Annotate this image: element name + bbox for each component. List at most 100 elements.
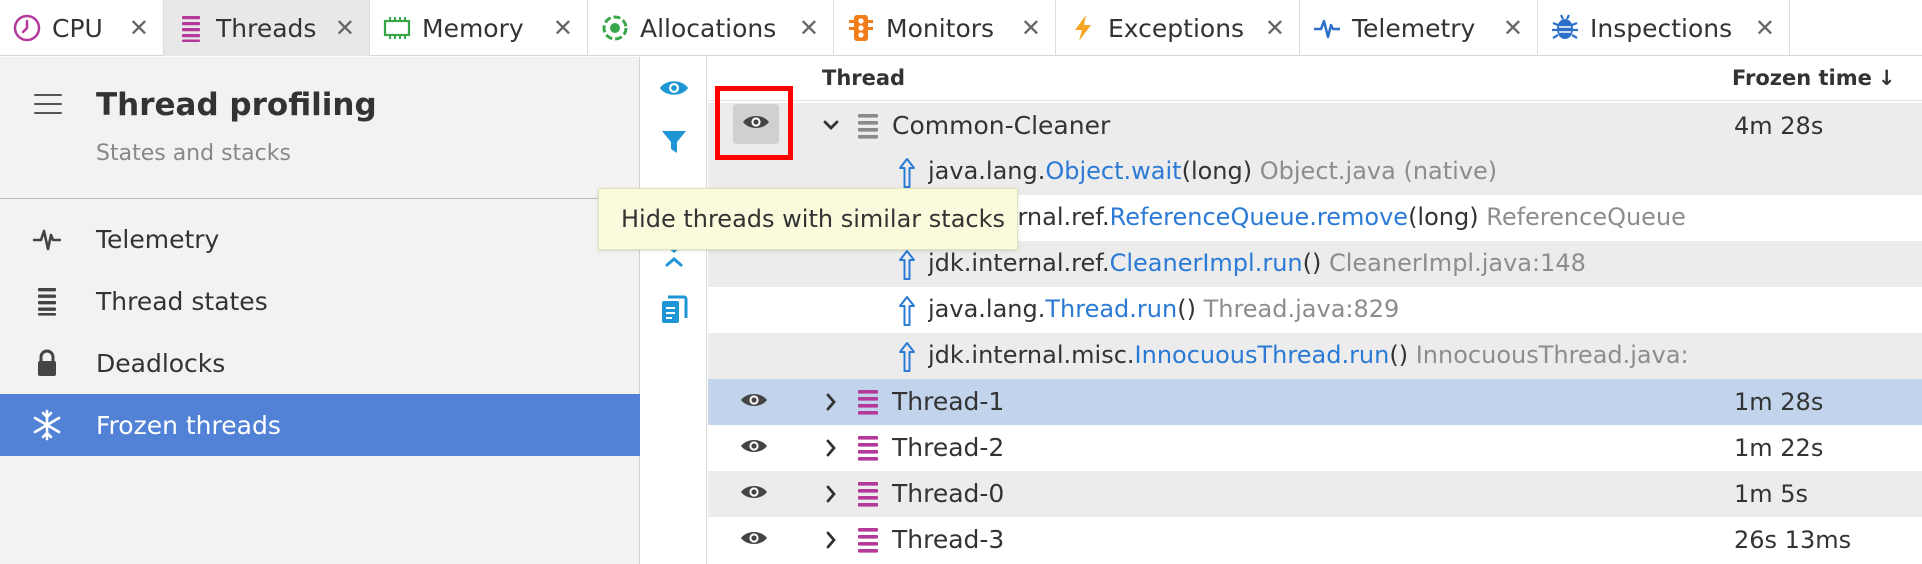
frozen-time: 26s 13ms: [1734, 526, 1852, 554]
chevron-right-icon[interactable]: [822, 433, 840, 469]
frame-method: Thread.run: [1045, 295, 1178, 323]
sidebar-item-frozen-threads[interactable]: Frozen threads: [0, 394, 640, 456]
eye-icon: [739, 482, 769, 506]
highlight-box: [715, 86, 793, 160]
hide-similar-button[interactable]: [730, 480, 778, 508]
thread-name: Thread-1: [892, 387, 1005, 416]
tab-label: Telemetry: [1352, 13, 1476, 43]
close-icon[interactable]: ✕: [1021, 13, 1041, 43]
frame-source: CleanerImpl.java:148: [1321, 249, 1586, 277]
tab-label: Monitors: [886, 13, 995, 43]
hamburger-menu-icon[interactable]: [34, 94, 62, 121]
tab-inspections[interactable]: Inspections ✕: [1538, 0, 1790, 56]
stack-frame-text: java.lang.Thread.run() Thread.java:829: [928, 295, 1688, 323]
tab-memory[interactable]: Memory ✕: [370, 0, 588, 56]
close-icon[interactable]: ✕: [553, 13, 573, 43]
filter-button[interactable]: [655, 125, 693, 163]
close-icon[interactable]: ✕: [1755, 13, 1775, 43]
stack-frame-row[interactable]: jdk.internal.misc.InnocuousThread.run() …: [708, 333, 1922, 379]
chevron-right-icon[interactable]: [822, 525, 840, 561]
show-hidden-button[interactable]: [655, 71, 693, 109]
column-header-frozen-time[interactable]: Frozen time ↓: [1732, 66, 1895, 90]
stack-frame-arrow-icon: [896, 340, 918, 374]
sidebar-item-thread-states[interactable]: Thread states: [0, 270, 640, 332]
lock-icon: [30, 346, 64, 380]
frame-source: Object.java (native): [1252, 157, 1498, 185]
stack-frame-text: jdk.internal.ref.ReferenceQueue.remove(l…: [928, 203, 1688, 231]
stack-frame-arrow-icon: [896, 156, 918, 190]
cpu-clock-icon: [12, 13, 42, 43]
thread-name: Thread-3: [892, 525, 1005, 554]
close-icon[interactable]: ✕: [1503, 13, 1523, 43]
tooltip: Hide threads with similar stacks: [598, 188, 1018, 250]
allocations-icon: [600, 13, 630, 43]
frame-method: Object.wait: [1045, 157, 1182, 185]
hide-similar-button[interactable]: [730, 388, 778, 416]
tab-threads[interactable]: Threads ✕: [164, 0, 370, 56]
tab-label: Memory: [422, 13, 524, 43]
memory-icon: [382, 13, 412, 43]
filter-icon: [659, 127, 689, 161]
tab-exceptions[interactable]: Exceptions ✕: [1056, 0, 1300, 56]
frozen-threads-table: Thread Frozen time ↓ Common-Cleaner 4m 28…: [708, 57, 1922, 564]
thread-states-icon: [30, 284, 64, 318]
frame-package: java.lang.: [928, 295, 1046, 323]
table-row-thread[interactable]: Thread-3 26s 13ms: [708, 517, 1922, 563]
monitors-icon: [846, 13, 876, 43]
tab-label: CPU: [52, 13, 103, 43]
frame-args: (): [1389, 341, 1409, 369]
close-icon[interactable]: ✕: [335, 13, 355, 43]
tab-label: Allocations: [640, 13, 777, 43]
sidebar-item-telemetry[interactable]: Telemetry: [0, 208, 640, 270]
close-icon[interactable]: ✕: [129, 13, 149, 43]
frame-args: (long): [1408, 203, 1479, 231]
tab-cpu[interactable]: CPU ✕: [0, 0, 164, 56]
thread-name: Thread-0: [892, 479, 1005, 508]
tab-telemetry[interactable]: Telemetry ✕: [1300, 0, 1538, 56]
frame-method: ReferenceQueue.remove: [1109, 203, 1409, 231]
thread-icon: [856, 480, 880, 510]
chevron-right-icon[interactable]: [822, 479, 840, 515]
tab-allocations[interactable]: Allocations ✕: [588, 0, 834, 56]
sidebar-item-label: Frozen threads: [96, 410, 281, 440]
eye-icon: [658, 77, 690, 103]
tab-bar: CPU ✕ Threads ✕ Memory ✕ Allocations ✕ M…: [0, 0, 1922, 56]
eye-icon: [739, 390, 769, 414]
sidebar-item-label: Deadlocks: [96, 348, 226, 378]
sidebar-item-deadlocks[interactable]: Deadlocks: [0, 332, 640, 394]
chevron-down-icon[interactable]: [822, 111, 840, 147]
stack-frame-row[interactable]: java.lang.Thread.run() Thread.java:829: [708, 287, 1922, 333]
threads-icon: [176, 13, 206, 43]
tab-label: Threads: [216, 13, 317, 43]
frame-package: java.lang.: [928, 157, 1046, 185]
stack-frame-arrow-icon: [896, 294, 918, 328]
thread-icon: [856, 388, 880, 418]
frozen-time: 1m 28s: [1734, 388, 1824, 416]
table-row-thread[interactable]: Thread-1 1m 28s: [708, 379, 1922, 425]
table-row-thread[interactable]: Thread-0 1m 5s: [708, 471, 1922, 517]
chevron-right-icon[interactable]: [822, 387, 840, 423]
table-row-thread[interactable]: Common-Cleaner 4m 28s: [708, 103, 1922, 149]
close-icon[interactable]: ✕: [1265, 13, 1285, 43]
telemetry-icon: [1312, 13, 1342, 43]
copy-button[interactable]: [655, 293, 693, 331]
hide-similar-button[interactable]: [730, 526, 778, 554]
frame-method: InnocuousThread.run: [1134, 341, 1390, 369]
frame-args: (long): [1181, 157, 1253, 185]
eye-icon: [739, 528, 769, 552]
tab-monitors[interactable]: Monitors ✕: [834, 0, 1056, 56]
tab-label: Exceptions: [1108, 13, 1245, 43]
sort-descending-icon: ↓: [1877, 66, 1896, 90]
frozen-time: 1m 22s: [1734, 434, 1824, 462]
close-icon[interactable]: ✕: [799, 13, 819, 43]
column-header-thread[interactable]: Thread: [822, 66, 905, 90]
sidebar: Thread profiling States and stacks Telem…: [0, 57, 640, 564]
tab-label: Inspections: [1590, 13, 1733, 43]
frozen-time: 4m 28s: [1734, 112, 1824, 140]
table-row-thread[interactable]: Thread-2 1m 22s: [708, 425, 1922, 471]
frame-package: jdk.internal.ref.: [928, 249, 1110, 277]
frame-method: CleanerImpl.run: [1109, 249, 1303, 277]
thread-icon: [856, 526, 880, 556]
hide-similar-button[interactable]: [730, 434, 778, 462]
exceptions-icon: [1068, 13, 1098, 43]
